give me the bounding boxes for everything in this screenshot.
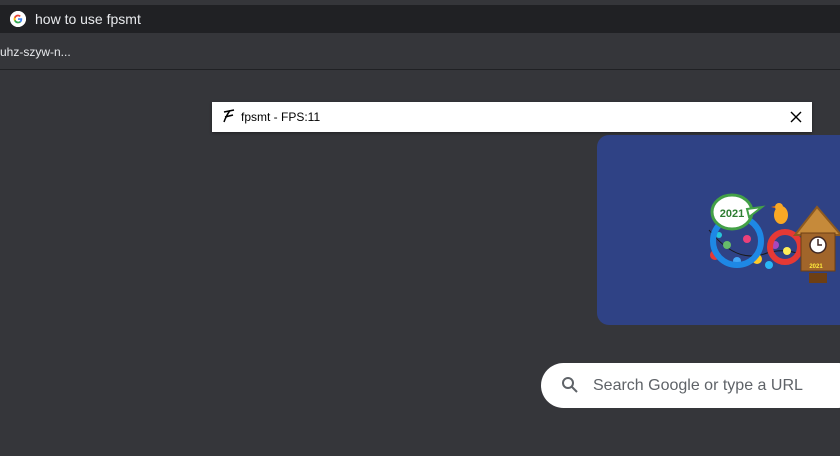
- cuckoo-house-icon: [792, 205, 840, 283]
- bird-icon: [771, 203, 788, 224]
- bookmark-item[interactable]: uhz-szyw-n...: [0, 44, 71, 60]
- doodle-badge-text: 2021: [720, 208, 744, 220]
- close-icon[interactable]: [788, 109, 804, 125]
- bookmarks-bar: uhz-szyw-n...: [0, 36, 840, 70]
- browser-toolbar: how to use fpsmt: [0, 0, 840, 36]
- fpsmt-icon: [221, 108, 237, 124]
- google-doodle[interactable]: 2021 2021: [597, 135, 840, 325]
- google-g-icon: [10, 11, 26, 27]
- search-box[interactable]: Search Google or type a URL: [541, 363, 840, 408]
- search-icon: [561, 376, 579, 394]
- omnibox[interactable]: how to use fpsmt: [0, 5, 840, 33]
- omnibox-text[interactable]: how to use fpsmt: [35, 10, 141, 28]
- search-input[interactable]: Search Google or type a URL: [593, 376, 803, 396]
- fps-window-title: fpsmt - FPS:11: [241, 110, 321, 124]
- house-label: 2021: [809, 264, 823, 270]
- fps-window[interactable]: fpsmt - FPS:11: [212, 102, 812, 132]
